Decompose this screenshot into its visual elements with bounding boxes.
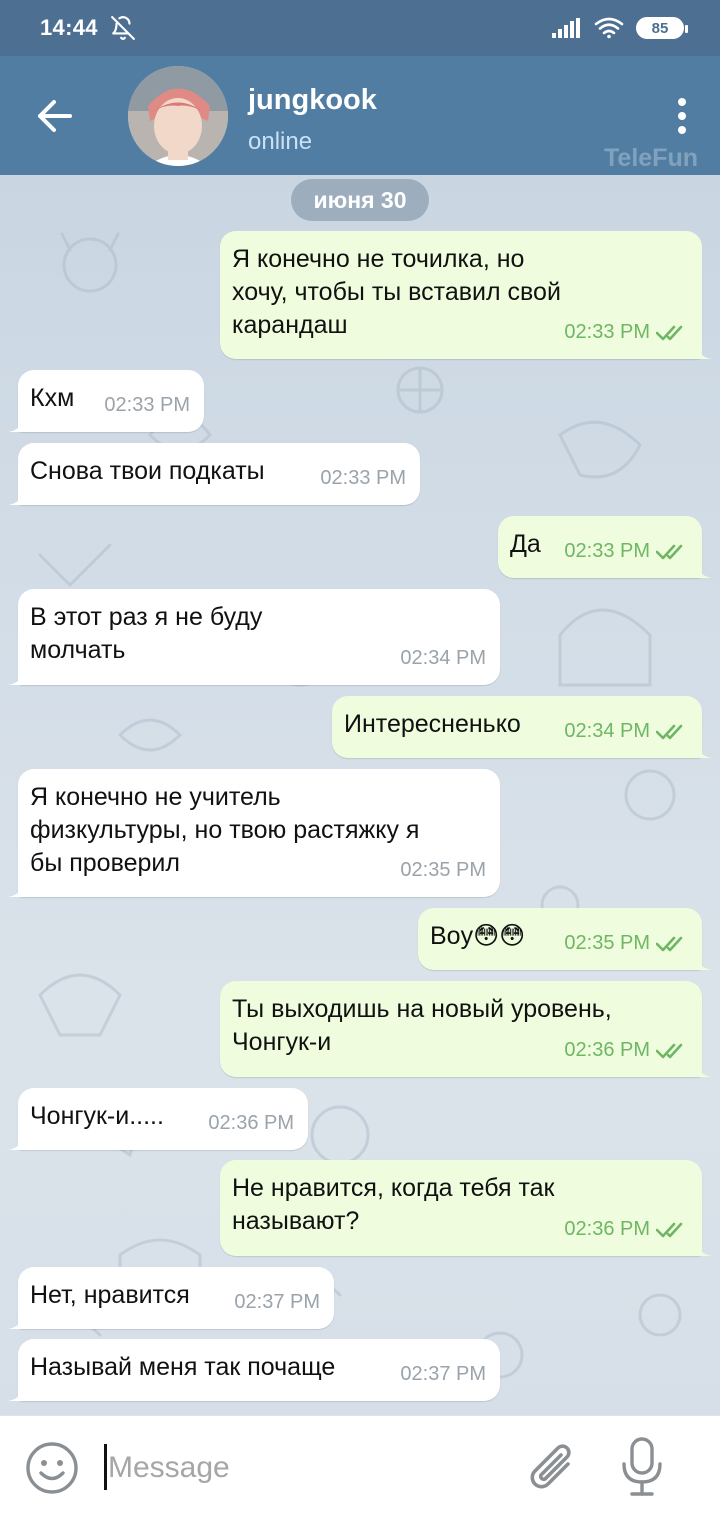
message-meta: 02:33 PM xyxy=(104,389,190,422)
bubble-tail xyxy=(696,954,712,970)
bubble-tail xyxy=(8,1385,24,1401)
message-time: 02:36 PM xyxy=(564,1039,650,1061)
bubble-tail xyxy=(696,742,712,758)
outgoing-message[interactable]: Ты выходишь на новый уровень, Чонгук-и 02… xyxy=(220,981,712,1077)
paperclip-icon[interactable] xyxy=(526,1438,580,1498)
microphone-icon[interactable] xyxy=(620,1436,664,1498)
message-input[interactable] xyxy=(108,1442,498,1494)
chat-header: jungkook online TeleFun xyxy=(0,56,720,175)
message-time: 02:33 PM xyxy=(104,394,190,416)
bubble-tail xyxy=(696,562,712,578)
signal-icon xyxy=(552,18,580,38)
message-time: 02:36 PM xyxy=(208,1112,294,1134)
bubble-tail xyxy=(696,1240,712,1256)
message-time: 02:33 PM xyxy=(564,321,650,343)
message-meta: 02:33 PM xyxy=(320,462,406,495)
bubble-tail xyxy=(8,1134,24,1150)
double-check-icon xyxy=(656,1222,683,1237)
message-meta: 02:33 PM xyxy=(564,535,688,568)
message-time: 02:36 PM xyxy=(564,1218,650,1240)
incoming-message[interactable]: Чонгук-и..... 02:36 PM xyxy=(8,1088,308,1150)
message-meta: 02:35 PM xyxy=(400,854,486,887)
message-time: 02:37 PM xyxy=(234,1291,320,1313)
bubble-tail xyxy=(8,416,24,432)
double-check-icon xyxy=(656,544,683,559)
avatar[interactable] xyxy=(128,66,228,166)
watermark: TeleFun xyxy=(604,144,698,172)
outgoing-message[interactable]: Я конечно не точилка, но хочу, чтобы ты … xyxy=(220,231,712,359)
status-indicators: 85 xyxy=(552,17,688,39)
incoming-message[interactable]: Называй меня так почаще 02:37 PM xyxy=(8,1339,500,1401)
double-check-icon xyxy=(656,1043,683,1058)
message-meta: 02:37 PM xyxy=(400,1358,486,1391)
bubble-tail xyxy=(8,1313,24,1329)
message-time: 02:34 PM xyxy=(564,720,650,742)
message-meta: 02:35 PM xyxy=(564,927,688,960)
message-time: 02:34 PM xyxy=(400,647,486,669)
outgoing-message[interactable]: Интересненько 02:34 PM xyxy=(332,696,712,758)
double-check-icon xyxy=(656,325,683,340)
incoming-message[interactable]: В этот раз я не буду молчать 02:34 PM xyxy=(8,589,500,685)
incoming-message[interactable]: Я конечно не учитель физкультуры, но тво… xyxy=(8,769,500,897)
message-time: 02:35 PM xyxy=(564,932,650,954)
incoming-message[interactable]: Нет, нравится 02:37 PM xyxy=(8,1267,334,1329)
status-time: 14:44 xyxy=(40,15,98,40)
date-separator: июня 30 xyxy=(291,179,429,221)
status-bar: 14:44 85 xyxy=(0,0,720,56)
incoming-message[interactable]: Кхм 02:33 PM xyxy=(8,370,204,432)
emoji-icon[interactable] xyxy=(24,1440,80,1496)
incoming-message[interactable]: Снова твои подкаты 02:33 PM xyxy=(8,443,420,505)
outgoing-message[interactable]: Не нравится, когда тебя так называют? 02:… xyxy=(220,1160,712,1256)
bubble-tail xyxy=(8,489,24,505)
message-time: 02:35 PM xyxy=(400,859,486,881)
battery-icon: 85 xyxy=(636,17,688,39)
double-check-icon xyxy=(656,936,683,951)
chat-title[interactable]: jungkook xyxy=(248,84,377,117)
message-meta: 02:33 PM xyxy=(564,316,688,349)
message-meta: 02:37 PM xyxy=(234,1286,320,1319)
more-vertical-icon[interactable] xyxy=(670,96,694,136)
double-check-icon xyxy=(656,724,683,739)
message-meta: 02:34 PM xyxy=(564,715,688,748)
text-cursor xyxy=(104,1444,107,1490)
avatar-photo xyxy=(128,66,228,166)
message-meta: 02:34 PM xyxy=(400,642,486,675)
message-composer xyxy=(0,1415,720,1520)
bell-off-icon xyxy=(110,16,135,40)
back-arrow-icon[interactable] xyxy=(30,94,78,138)
message-meta: 02:36 PM xyxy=(208,1107,294,1140)
message-time: 02:37 PM xyxy=(400,1363,486,1385)
wifi-icon xyxy=(594,17,624,39)
bubble-tail xyxy=(696,343,712,359)
message-time: 02:33 PM xyxy=(320,467,406,489)
bubble-tail xyxy=(696,1061,712,1077)
message-meta: 02:36 PM xyxy=(564,1034,688,1067)
outgoing-message[interactable]: Boy😳😳 02:35 PM xyxy=(418,908,712,970)
message-meta: 02:36 PM xyxy=(564,1213,688,1246)
bubble-tail xyxy=(8,881,24,897)
chat-area[interactable]: июня 30 Я конечно не точилка, но хочу, ч… xyxy=(0,175,720,1415)
chat-status: online xyxy=(248,128,313,155)
outgoing-message[interactable]: Да 02:33 PM xyxy=(498,516,712,578)
message-time: 02:33 PM xyxy=(564,540,650,562)
bubble-tail xyxy=(8,669,24,685)
